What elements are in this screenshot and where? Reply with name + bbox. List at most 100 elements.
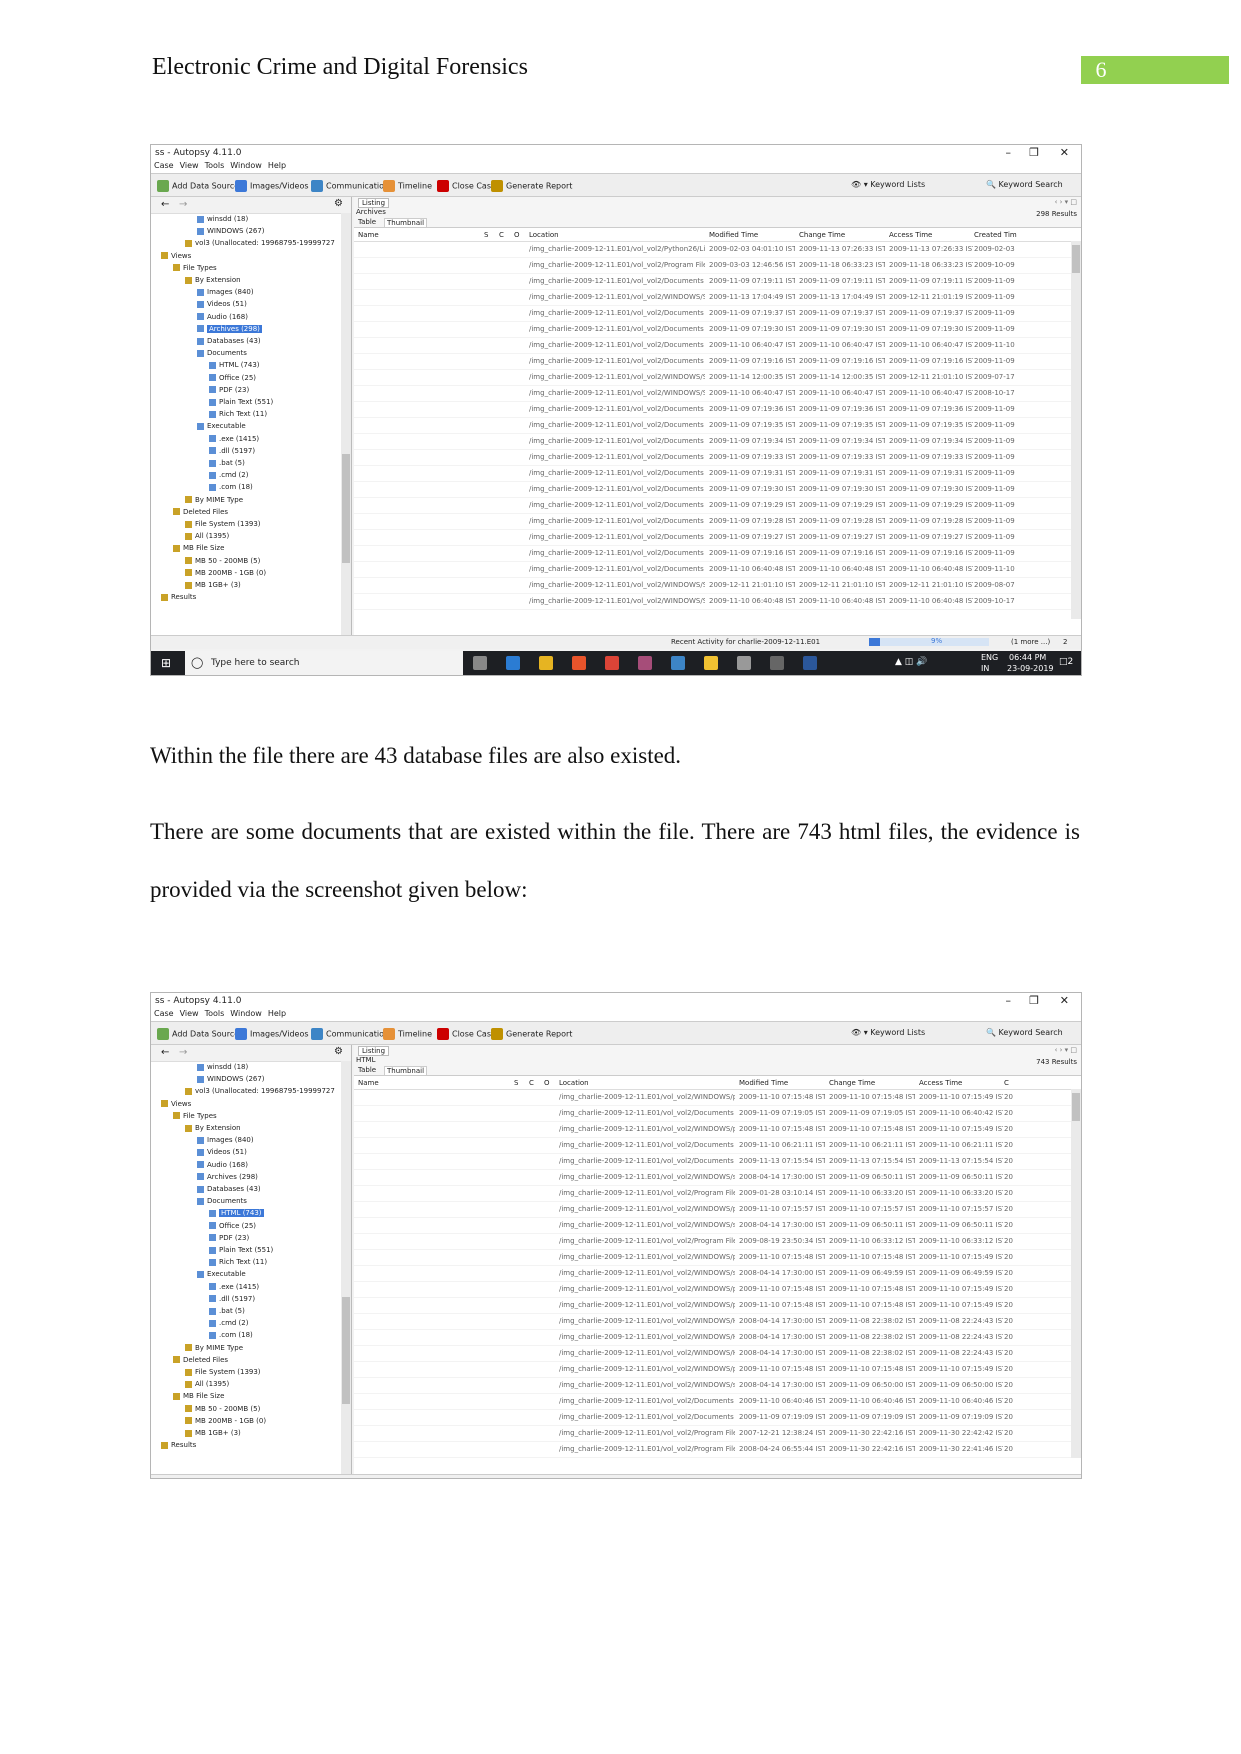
column-header[interactable]: Modified Time <box>709 231 758 239</box>
keyword-lists-button[interactable]: 👁 ▾ Keyword Lists <box>851 180 925 189</box>
tree-item[interactable]: Databases (43) <box>197 337 261 345</box>
tree-item[interactable]: Videos (51) <box>197 1148 247 1156</box>
table-row[interactable]: welcome.htm/img_charlie-2009-12-11.E01/v… <box>354 1170 1081 1186</box>
tree-item[interactable]: .exe (1415) <box>209 435 259 443</box>
taskbar-app-icon[interactable] <box>638 656 652 670</box>
tree-item[interactable]: .dll (5197) <box>209 1295 255 1303</box>
table-row[interactable]: unreachable.htm/img_charlie-2009-12-11.E… <box>354 1298 1081 1314</box>
table-row[interactable]: wuapi_en[1].cab/img_charlie-2009-12-11.E… <box>354 514 1081 530</box>
table-row[interactable]: wsus3setup.cab/img_charlie-2009-12-11.E0… <box>354 578 1081 594</box>
tree-item[interactable]: Documents <box>197 349 247 357</box>
language-code[interactable]: ENG <box>981 653 998 662</box>
tree-item[interactable]: .com (18) <box>209 1331 253 1339</box>
table-row[interactable]: xmerge.jar/img_charlie-2009-12-11.E01/vo… <box>354 258 1081 274</box>
table-row[interactable]: toobusy.htm/img_charlie-2009-12-11.E01/v… <box>354 1378 1081 1394</box>
tree-item[interactable]: By Extension <box>185 276 241 284</box>
table-row[interactable]: zipdir.zip/img_charlie-2009-12-11.E01/vo… <box>354 242 1081 258</box>
table-row[interactable]: wuaucpl[1].cab/img_charlie-2009-12-11.E0… <box>354 482 1081 498</box>
menu-item[interactable]: Case <box>154 1009 174 1018</box>
table-scrollbar[interactable] <box>1071 241 1081 619</box>
tree-item[interactable]: PDF (23) <box>209 386 249 394</box>
tree-item[interactable]: All (1395) <box>185 532 229 540</box>
column-header[interactable]: Access Time <box>919 1079 962 1087</box>
horizontal-scrollbar[interactable] <box>151 1474 1081 1478</box>
tree-item[interactable]: By MIME Type <box>185 1344 243 1352</box>
table-row[interactable]: wuident[1].cab/img_charlie-2009-12-11.E0… <box>354 354 1081 370</box>
tree-item[interactable]: MB File Size <box>173 544 224 552</box>
table-row[interactable]: toc[1].htm/img_charlie-2009-12-11.E01/vo… <box>354 1394 1081 1410</box>
table-row[interactable]: wups2[1].cab/img_charlie-2009-12-11.E01/… <box>354 322 1081 338</box>
menu-item[interactable]: View <box>180 1009 199 1018</box>
table-row[interactable]: w3c_ipr_software_notice.html/img_charlie… <box>354 1186 1081 1202</box>
tree-item[interactable]: Views <box>161 1100 191 1108</box>
tree-item[interactable]: Rich Text (11) <box>209 410 267 418</box>
taskbar-app-icon[interactable] <box>671 656 685 670</box>
tree-item[interactable]: PDF (23) <box>209 1234 249 1242</box>
column-header[interactable]: C <box>1004 1079 1009 1087</box>
table-row[interactable]: wups[1].cab/img_charlie-2009-12-11.E01/v… <box>354 306 1081 322</box>
taskbar-app-icon[interactable] <box>506 656 520 670</box>
tree-item[interactable]: By MIME Type <box>185 496 243 504</box>
tab-table[interactable]: Table <box>358 218 376 226</box>
table-row[interactable]: wudtui[1].cab/img_charlie-2009-12-11.E01… <box>354 418 1081 434</box>
clock-date[interactable]: 23-09-2019 <box>1007 664 1054 673</box>
table-row[interactable]: wuaucpl_en[1].cab/img_charlie-2009-12-11… <box>354 466 1081 482</box>
table-row[interactable]: wuident.cab/img_charlie-2009-12-11.E01/v… <box>354 386 1081 402</box>
tree-item[interactable]: Executable <box>197 1270 246 1278</box>
menu-item[interactable]: Help <box>268 161 286 170</box>
table-row[interactable]: toc.html/img_charlie-2009-12-11.E01/vol_… <box>354 1442 1081 1458</box>
toolbar-button[interactable]: Communications <box>311 180 393 192</box>
taskbar-search[interactable]: ◯ Type here to search <box>185 651 463 675</box>
tree-item[interactable]: Rich Text (11) <box>209 1258 267 1266</box>
tree-item[interactable]: MB 200MB - 1GB (0) <box>185 1417 266 1425</box>
tree-item[interactable]: HTML (743) <box>209 1209 264 1218</box>
toolbar-button[interactable]: Images/Videos <box>235 1028 309 1040</box>
menu-item[interactable]: Tools <box>205 1009 225 1018</box>
table-row[interactable]: wuweb_site[1].cab/img_charlie-2009-12-11… <box>354 274 1081 290</box>
table-scrollbar[interactable] <box>1071 1089 1081 1458</box>
taskbar-app-icon[interactable] <box>704 656 718 670</box>
taskbar-app-icon[interactable] <box>473 656 487 670</box>
tree-item[interactable]: MB 1GB+ (3) <box>185 1429 241 1437</box>
toolbar-button[interactable]: Communications <box>311 1028 393 1040</box>
tree-item[interactable]: File System (1393) <box>185 1368 261 1376</box>
table-row[interactable]: windows_newsgroups.htm/img_charlie-2009-… <box>354 1122 1081 1138</box>
gear-icon[interactable]: ⚙ <box>334 1046 343 1057</box>
tree-item[interactable]: Images (840) <box>197 288 254 296</box>
tab-thumbnail[interactable]: Thumbnail <box>384 218 428 228</box>
toolbar-button[interactable]: Add Data Source <box>157 1028 239 1040</box>
tree-item[interactable]: MB 50 - 200MB (5) <box>185 1405 260 1413</box>
taskbar-app-icon[interactable] <box>539 656 553 670</box>
taskbar-app-icon[interactable] <box>737 656 751 670</box>
tree-item[interactable]: .dll (5197) <box>209 447 255 455</box>
tree-item[interactable]: .bat (5) <box>209 1307 245 1315</box>
tree-item[interactable]: HTML (743) <box>209 361 260 369</box>
menu-item[interactable]: View <box>180 161 199 170</box>
tree-item[interactable]: Plain Text (551) <box>209 1246 273 1254</box>
gear-icon[interactable]: ⚙ <box>334 198 343 209</box>
table-row[interactable]: windowsupdate.microsoft[1].htm/img_charl… <box>354 1106 1081 1122</box>
clock-time[interactable]: 06:44 PM <box>1009 653 1046 662</box>
column-header[interactable]: O <box>514 231 520 239</box>
table-row[interactable]: wuaueng[1].cab/img_charlie-2009-12-11.E0… <box>354 450 1081 466</box>
windows-start-icon[interactable]: ⊞ <box>161 656 171 670</box>
table-row[interactable]: wuredir.cab/img_charlie-2009-12-11.E01/v… <box>354 290 1081 306</box>
toolbar-button[interactable]: Close Case <box>437 1028 496 1040</box>
tree-item[interactable]: MB 1GB+ (3) <box>185 581 241 589</box>
tree-item[interactable]: .cmd (2) <box>209 1319 248 1327</box>
tree-item[interactable]: WINDOWS (267) <box>197 227 265 235</box>
tray-icons[interactable]: ▲ ◫ 🔊 <box>895 657 927 667</box>
tree-item[interactable]: Deleted Files <box>173 508 228 516</box>
restore-icon[interactable]: ❐ <box>1029 994 1039 1007</box>
tree-item[interactable]: Views <box>161 252 191 260</box>
table-row[interactable]: wsus3setup[1].cab/img_charlie-2009-12-11… <box>354 562 1081 578</box>
minimize-icon[interactable]: – <box>1006 146 1012 159</box>
scroll-thumb[interactable] <box>342 453 350 564</box>
menu-item[interactable]: Window <box>230 1009 262 1018</box>
scroll-thumb[interactable] <box>342 1296 350 1405</box>
table-row[interactable]: updatrvinfo.htm/img_charlie-2009-12-11.E… <box>354 1250 1081 1266</box>
table-row[interactable]: username.htm/img_charlie-2009-12-11.E01/… <box>354 1218 1081 1234</box>
table-row[interactable]: voicefirewallmsg.htm/img_charlie-2009-12… <box>354 1202 1081 1218</box>
notification-icon[interactable]: □2 <box>1059 657 1073 667</box>
column-header[interactable]: C <box>529 1079 534 1087</box>
